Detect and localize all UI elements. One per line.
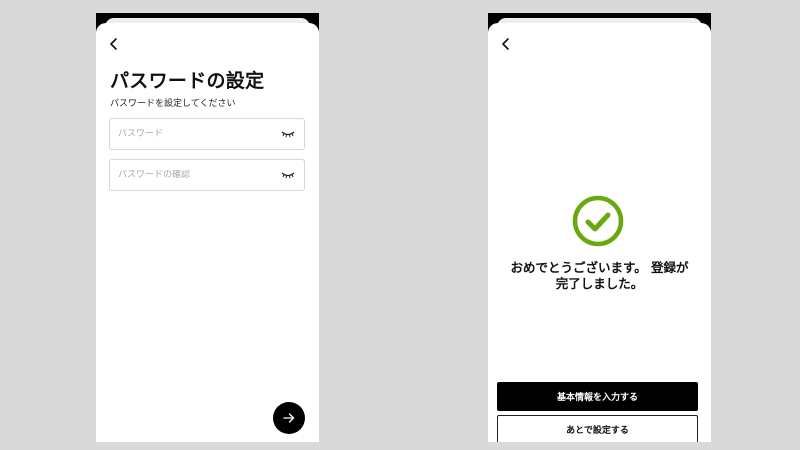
registration-complete-sheet: おめでとうございます。 登録が 完了しました。 基本情報を入力する あとで設定す… xyxy=(488,23,711,442)
arrow-right-icon xyxy=(283,413,295,423)
password-confirm-visibility-toggle[interactable] xyxy=(280,170,296,180)
success-message-line-1: おめでとうございます。 登録が xyxy=(510,260,689,275)
success-message: おめでとうございます。 登録が 完了しました。 xyxy=(494,260,705,292)
eye-closed-icon xyxy=(281,131,295,138)
enter-basic-info-button[interactable]: 基本情報を入力する xyxy=(497,382,698,411)
password-input[interactable] xyxy=(118,129,280,139)
eye-closed-icon xyxy=(281,172,295,179)
success-message-line-2: 完了しました。 xyxy=(555,276,644,291)
back-button[interactable] xyxy=(106,36,122,52)
set-later-button[interactable]: あとで設定する xyxy=(497,415,698,442)
chevron-left-icon xyxy=(502,38,509,50)
password-confirm-input[interactable] xyxy=(118,170,280,180)
chevron-left-icon xyxy=(110,38,117,50)
registration-complete-screen: おめでとうございます。 登録が 完了しました。 基本情報を入力する あとで設定す… xyxy=(488,13,711,442)
page-subtitle: パスワードを設定してください xyxy=(110,99,236,109)
next-button[interactable] xyxy=(273,402,305,434)
password-visibility-toggle[interactable] xyxy=(280,129,296,139)
password-field-container xyxy=(109,118,305,150)
check-circle-icon xyxy=(572,195,624,247)
page-title: パスワードの設定 xyxy=(110,70,265,92)
password-setup-screen: パスワードの設定 パスワードを設定してください xyxy=(96,13,319,442)
back-button[interactable] xyxy=(498,36,514,52)
password-setup-sheet: パスワードの設定 パスワードを設定してください xyxy=(96,23,319,442)
password-confirm-field-container xyxy=(109,159,305,191)
